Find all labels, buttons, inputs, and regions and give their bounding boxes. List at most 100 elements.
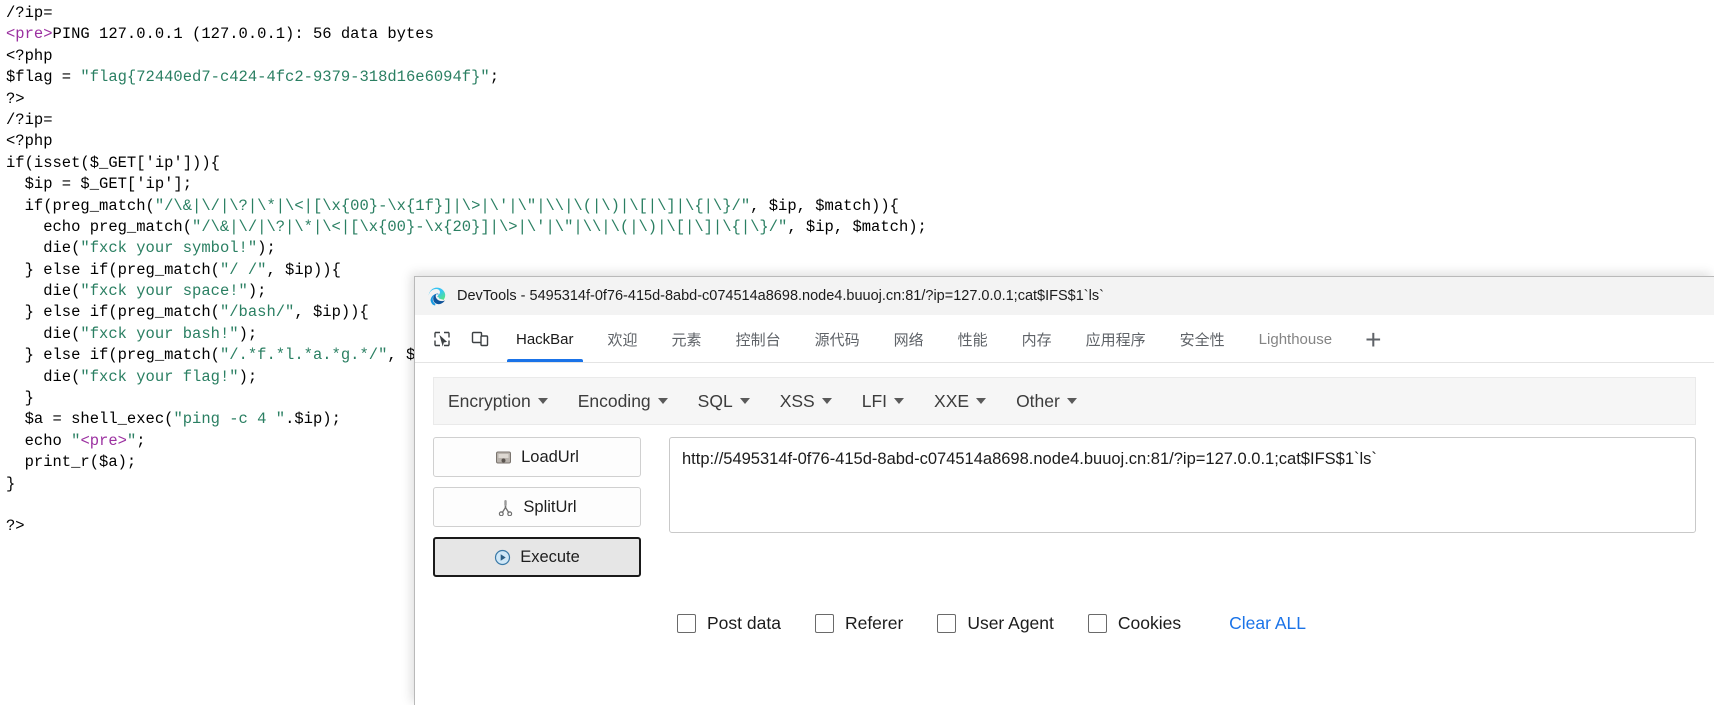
tab-label: 网络 xyxy=(893,331,924,349)
tab-hackbar[interactable]: HackBar xyxy=(499,316,591,362)
code-token: "/bash/" xyxy=(219,303,295,322)
hackbar-options-row: Post data Referer User Agent Cookies Clear A… xyxy=(677,613,1696,634)
code-token: if(isset($_GET['ip'])){ xyxy=(6,153,220,172)
chevron-down-icon xyxy=(739,398,750,404)
clear-all-link[interactable]: Clear ALL xyxy=(1229,613,1306,634)
tab-元素[interactable]: 元素 xyxy=(655,316,719,362)
tab-label: 源代码 xyxy=(814,331,860,349)
chevron-down-icon xyxy=(976,398,987,404)
checkbox-label: Referer xyxy=(844,613,904,633)
code-line: if(isset($_GET['ip'])){ xyxy=(6,153,1714,174)
hackbar-menubar: Encryption Encoding SQL XSS LFI XXE Other xyxy=(433,377,1696,425)
url-input[interactable] xyxy=(669,437,1696,533)
menu-sql[interactable]: SQL xyxy=(698,391,750,412)
spliturl-label: SplitUrl xyxy=(523,497,577,516)
menu-label: Encoding xyxy=(577,390,651,411)
code-token: "fxck your symbol!" xyxy=(80,239,258,258)
menu-xxe[interactable]: XXE xyxy=(934,390,987,412)
chevron-down-icon xyxy=(1066,398,1077,404)
menu-lfi[interactable]: LFI xyxy=(861,390,905,412)
code-line: <?php xyxy=(6,46,1714,67)
tab-控制台[interactable]: 控制台 xyxy=(719,316,798,362)
checkbox-post-data[interactable]: Post data xyxy=(677,613,781,634)
loadurl-label: LoadUrl xyxy=(521,447,579,466)
code-token: "/ /" xyxy=(219,260,267,279)
chevron-down-icon xyxy=(537,398,548,404)
tab-内存[interactable]: 内存 xyxy=(1005,316,1069,362)
code-token: ); xyxy=(238,324,258,343)
code-token: ; xyxy=(489,68,500,87)
menu-label: LFI xyxy=(861,390,888,411)
code-token: ?> xyxy=(6,517,25,536)
execute-button[interactable]: Execute xyxy=(433,537,641,577)
code-token: <pre> xyxy=(80,431,127,450)
menu-xss[interactable]: XSS xyxy=(780,391,832,412)
code-token: if(preg_match( xyxy=(6,196,155,215)
code-token: $a = shell_exec( xyxy=(6,410,174,429)
menu-encoding[interactable]: Encoding xyxy=(578,391,668,412)
checkbox-label: Cookies xyxy=(1117,613,1182,633)
code-token: die( xyxy=(6,239,81,258)
code-token: ); xyxy=(247,282,267,301)
hackbar-action-buttons: LoadUrl SplitUrl Execute xyxy=(433,437,641,587)
chevron-down-icon xyxy=(657,398,668,404)
code-token: die( xyxy=(6,282,81,301)
code-token: <pre> xyxy=(6,25,53,44)
code-line: /?ip= xyxy=(6,110,1714,131)
checkbox-box[interactable] xyxy=(1087,614,1107,633)
tab-lighthouse[interactable]: Lighthouse xyxy=(1242,316,1349,362)
tab-源代码[interactable]: 源代码 xyxy=(798,316,877,362)
code-token: $flag = xyxy=(6,68,81,87)
spliturl-button[interactable]: SplitUrl xyxy=(433,487,641,527)
checkbox-cookies[interactable]: Cookies xyxy=(1087,613,1182,634)
tab-label: 内存 xyxy=(1021,331,1052,349)
code-token: ?> xyxy=(6,89,25,108)
checkbox-user-agent[interactable]: User Agent xyxy=(937,613,1054,634)
code-token: "/\&|\/|\?|\*|\<|[\x{00}-\x{1f}]|\>|\'|\… xyxy=(154,196,751,215)
tab-label: Lighthouse xyxy=(1258,330,1333,348)
code-token: "/.*f.*l.*a.*g.*/" xyxy=(219,346,388,365)
code-line: ?> xyxy=(6,89,1714,110)
tab-应用程序[interactable]: 应用程序 xyxy=(1069,316,1163,362)
tab-性能[interactable]: 性能 xyxy=(941,316,1005,362)
code-token: PING 127.0.0.1 (127.0.0.1): 56 data byte… xyxy=(52,25,434,44)
chevron-down-icon xyxy=(821,398,832,404)
add-tab-button[interactable]: + xyxy=(1349,326,1397,362)
loadurl-button[interactable]: LoadUrl xyxy=(433,437,641,477)
menu-encryption[interactable]: Encryption xyxy=(448,391,548,412)
code-token: $ip = $_GET['ip']; xyxy=(6,175,193,194)
tab-label: 应用程序 xyxy=(1085,331,1146,349)
code-token: "fxck your space!" xyxy=(80,282,248,301)
checkbox-referer[interactable]: Referer xyxy=(814,613,904,634)
code-token: ; xyxy=(136,431,146,450)
devtools-titlebar[interactable]: DevTools - 5495314f-0f76-415d-8abd-c0745… xyxy=(415,277,1714,315)
code-line: if(preg_match("/\&|\/|\?|\*|\<|[\x{00}-\… xyxy=(6,196,1714,217)
code-token: die( xyxy=(6,367,81,386)
code-token: echo xyxy=(6,431,72,450)
menu-label: XXE xyxy=(934,390,970,411)
checkbox-box[interactable] xyxy=(814,614,834,633)
device-toolbar-icon[interactable] xyxy=(463,322,497,356)
menu-label: XSS xyxy=(779,390,815,411)
checkbox-label: Post data xyxy=(707,613,781,633)
code-token: " xyxy=(126,431,137,450)
code-token: "fxck your bash!" xyxy=(80,324,239,343)
checkbox-box[interactable] xyxy=(937,614,957,633)
devtools-window: DevTools - 5495314f-0f76-415d-8abd-c0745… xyxy=(414,276,1714,705)
tab-label: 控制台 xyxy=(735,331,781,349)
inspect-element-icon[interactable] xyxy=(425,322,459,356)
code-token: } else if(preg_match( xyxy=(6,346,220,365)
tab-网络[interactable]: 网络 xyxy=(877,316,941,362)
tab-安全性[interactable]: 安全性 xyxy=(1163,316,1242,362)
menu-label: Encryption xyxy=(448,390,531,411)
tab-label: 性能 xyxy=(957,331,988,349)
code-token: } else if(preg_match( xyxy=(6,303,220,322)
execute-icon xyxy=(494,549,511,566)
code-token: die( xyxy=(6,324,81,343)
loadurl-icon xyxy=(495,449,512,466)
code-line: <pre>PING 127.0.0.1 (127.0.0.1): 56 data… xyxy=(6,24,1714,45)
checkbox-box[interactable] xyxy=(677,614,696,633)
tab-欢迎[interactable]: 欢迎 xyxy=(591,316,655,362)
code-line: echo preg_match("/\&|\/|\?|\*|\<|[\x{00}… xyxy=(6,217,1714,238)
menu-other[interactable]: Other xyxy=(1016,391,1077,412)
